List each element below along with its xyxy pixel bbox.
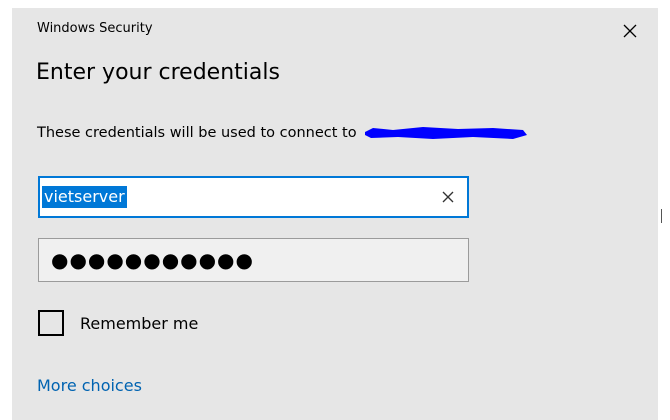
password-field[interactable]: ●●●●●●●●●●● [38, 238, 469, 282]
remember-me-label: Remember me [80, 313, 199, 333]
remember-me-option[interactable]: Remember me [38, 310, 198, 336]
close-button[interactable] [608, 16, 652, 46]
dialog-heading: Enter your credentials [36, 60, 280, 85]
message-row: These credentials will be used to connec… [37, 125, 529, 141]
dialog-message: These credentials will be used to connec… [37, 125, 357, 141]
clear-icon [442, 191, 454, 203]
username-value: vietserver [42, 186, 127, 208]
credentials-dialog: Windows Security Enter your credentials … [12, 8, 658, 420]
more-choices-link[interactable]: More choices [37, 376, 142, 395]
edge-artifact [661, 209, 662, 223]
redacted-server-name [364, 127, 527, 139]
clear-username-button[interactable] [435, 184, 461, 210]
password-value: ●●●●●●●●●●● [51, 248, 254, 272]
remember-me-checkbox[interactable] [38, 310, 64, 336]
close-icon [623, 24, 637, 38]
app-title: Windows Security [37, 21, 153, 36]
username-field[interactable]: vietserver [38, 176, 469, 218]
